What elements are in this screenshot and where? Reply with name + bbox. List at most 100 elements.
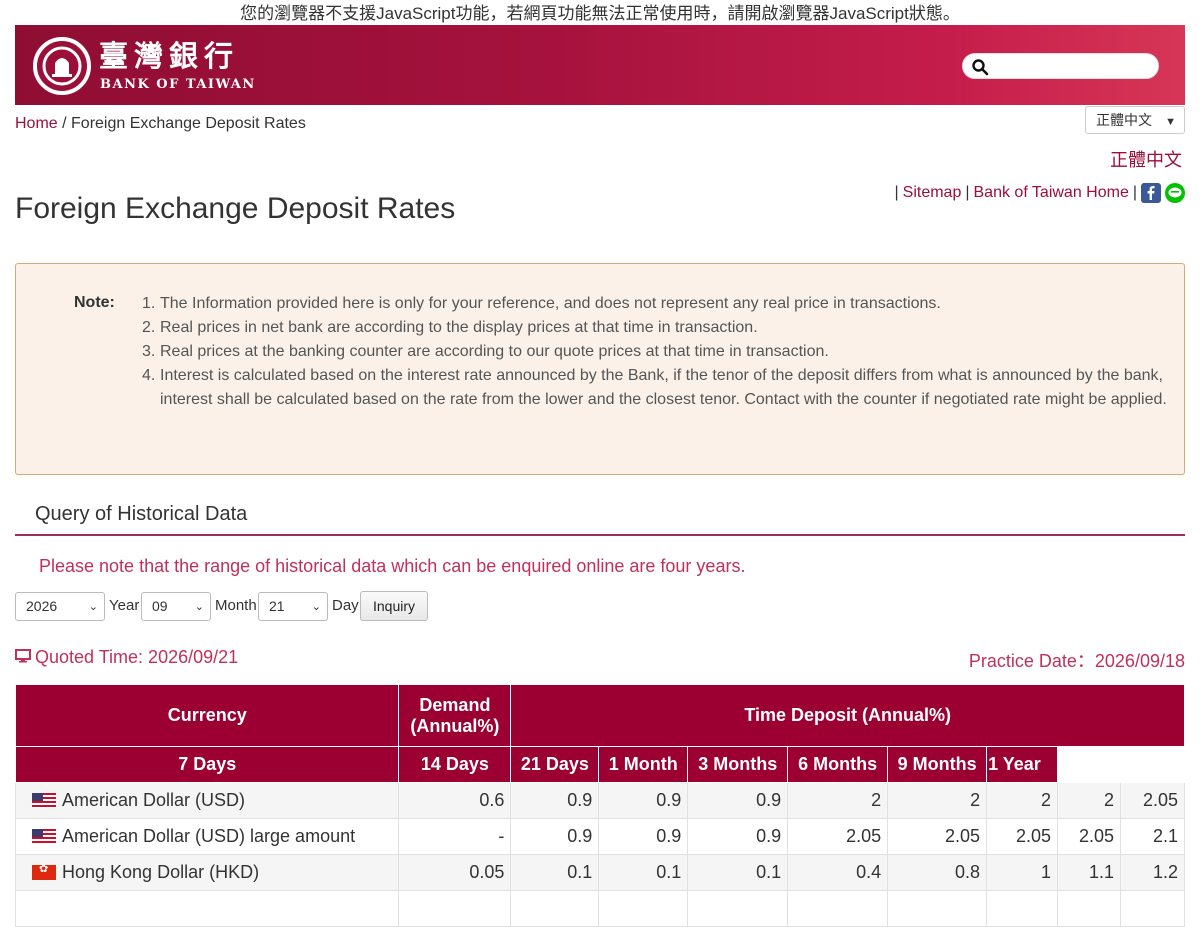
rate-cell: 2.05 bbox=[986, 818, 1059, 855]
breadcrumb-home-link[interactable]: Home bbox=[15, 115, 58, 132]
day-select-value: 21 bbox=[269, 598, 285, 614]
subheader-cell: 1 Month bbox=[598, 746, 689, 783]
month-label: Month bbox=[215, 597, 257, 614]
rate-cell: 0.4 bbox=[787, 854, 889, 891]
rate-cell: 0.05 bbox=[398, 854, 512, 891]
quoted-time-text: Quoted Time: 2026/09/21 bbox=[35, 647, 239, 667]
rate-cell: 1.1 bbox=[1057, 854, 1121, 891]
note-list: 1. The Information provided here is only … bbox=[142, 292, 1170, 412]
header-time-deposit: Time Deposit (Annual%) bbox=[510, 684, 1185, 747]
bank-logo[interactable]: 臺灣銀行 BANK OF TAIWAN bbox=[33, 37, 263, 97]
logo-emblem-icon bbox=[33, 37, 91, 95]
language-select[interactable]: 正體中文 ▼ bbox=[1085, 106, 1185, 134]
note-item: 3. Real prices at the banking counter are… bbox=[142, 343, 829, 360]
rate-cell bbox=[1120, 890, 1185, 927]
subheader-cell: 9 Months bbox=[887, 746, 988, 783]
currency-cell bbox=[14, 890, 400, 927]
rate-cell: 1.2 bbox=[1120, 854, 1185, 891]
rate-cell: 2 bbox=[1057, 782, 1121, 819]
practice-date: Practice Date：2026/09/18 bbox=[968, 651, 1185, 671]
site-header: 臺灣銀行 BANK OF TAIWAN bbox=[15, 25, 1185, 105]
header-currency: Currency bbox=[14, 684, 400, 747]
rate-cell: 2 bbox=[986, 782, 1059, 819]
us-flag-icon bbox=[32, 793, 56, 808]
breadcrumb-separator: / bbox=[57, 115, 72, 132]
search-icon[interactable] bbox=[971, 58, 989, 76]
subheader-cell: 1 Year bbox=[986, 746, 1059, 783]
subheader-cell: 21 Days bbox=[510, 746, 600, 783]
rate-cell: 0.9 bbox=[598, 818, 689, 855]
rate-cell: 0.8 bbox=[887, 854, 988, 891]
subheader-cell: 14 Days bbox=[398, 746, 512, 783]
rate-cell: 0.1 bbox=[598, 854, 689, 891]
rate-cell: 0.9 bbox=[687, 818, 789, 855]
rate-cell bbox=[598, 890, 689, 927]
rate-cell: 0.6 bbox=[398, 782, 512, 819]
rate-cell bbox=[1057, 890, 1121, 927]
note-item-text: Real prices at the banking counter are a… bbox=[160, 343, 829, 360]
line-icon[interactable] bbox=[1165, 183, 1185, 203]
bank-home-link[interactable]: Bank of Taiwan Home bbox=[974, 184, 1129, 202]
note-item: 1. The Information provided here is only … bbox=[142, 295, 941, 312]
rate-cell bbox=[398, 890, 512, 927]
chevron-down-icon: ⌄ bbox=[311, 601, 321, 613]
day-label: Day bbox=[332, 597, 359, 614]
logo-chinese-name: 臺灣銀行 bbox=[99, 39, 240, 73]
currency-cell: American Dollar (USD) large amount bbox=[14, 818, 400, 855]
language-link[interactable]: 正體中文 bbox=[1110, 146, 1182, 172]
table-row bbox=[14, 890, 1185, 927]
rate-cell: 0.1 bbox=[687, 854, 789, 891]
top-links: | Sitemap | Bank of Taiwan Home | bbox=[894, 183, 1185, 203]
rate-cell: 0.1 bbox=[510, 854, 600, 891]
page-title: Foreign Exchange Deposit Rates bbox=[15, 192, 456, 225]
history-range-note: Please note that the range of historical… bbox=[39, 556, 746, 576]
sitemap-link[interactable]: Sitemap bbox=[903, 184, 962, 202]
currency-name: American Dollar (USD) large amount bbox=[62, 826, 356, 846]
search-input[interactable] bbox=[993, 56, 1151, 76]
note-label: Note: bbox=[74, 294, 115, 311]
rate-cell: 2.05 bbox=[887, 818, 988, 855]
logo-english-name: BANK OF TAIWAN bbox=[100, 77, 256, 92]
table-header-row: Currency Demand (Annual%) Time Deposit (… bbox=[14, 684, 1185, 747]
top-links-separator: | bbox=[894, 184, 899, 201]
chevron-down-icon: ⌄ bbox=[194, 601, 204, 613]
day-select[interactable]: 21 ⌄ bbox=[258, 592, 328, 621]
rate-cell: 0.9 bbox=[510, 782, 600, 819]
history-heading: Query of Historical Data bbox=[15, 503, 1185, 536]
note-item-text: Interest is calculated based on the inte… bbox=[160, 367, 1167, 408]
rate-cell: 2.05 bbox=[1120, 782, 1185, 819]
header-demand: Demand (Annual%) bbox=[398, 684, 512, 747]
rate-cell bbox=[687, 890, 789, 927]
rate-cell: 2 bbox=[887, 782, 988, 819]
year-select[interactable]: 2026 ⌄ bbox=[15, 592, 105, 621]
currency-cell: Hong Kong Dollar (HKD) bbox=[14, 854, 400, 891]
subheader-cell: 7 Days bbox=[14, 746, 400, 783]
table-row: American Dollar (USD) large amount - 0.9… bbox=[14, 818, 1185, 855]
inquiry-button[interactable]: Inquiry bbox=[360, 591, 428, 621]
table-subheader-row: 7 Days 14 Days 21 Days 1 Month 3 Months … bbox=[14, 746, 1185, 783]
rate-cell: 2 bbox=[787, 782, 889, 819]
year-label: Year bbox=[109, 597, 140, 614]
currency-name: American Dollar (USD) bbox=[62, 790, 246, 810]
note-item: 2. Real prices in net bank are according … bbox=[142, 319, 758, 336]
rate-cell bbox=[887, 890, 988, 927]
rate-cell: 0.9 bbox=[510, 818, 600, 855]
month-select-value: 09 bbox=[152, 598, 168, 614]
facebook-icon[interactable] bbox=[1141, 183, 1161, 203]
rate-cell: 2.05 bbox=[1057, 818, 1121, 855]
language-select-value: 正體中文 bbox=[1096, 112, 1152, 128]
search-box bbox=[962, 53, 1159, 79]
month-select[interactable]: 09 ⌄ bbox=[141, 592, 211, 621]
subheader-empty bbox=[1057, 746, 1185, 783]
chevron-down-icon: ⌄ bbox=[88, 601, 98, 613]
note-item-text: Real prices in net bank are according to… bbox=[160, 319, 758, 336]
rate-cell bbox=[510, 890, 600, 927]
note-item: 4. Interest is calculated based on the in… bbox=[142, 367, 1167, 408]
subheader-cell: 6 Months bbox=[787, 746, 889, 783]
table-row: American Dollar (USD) 0.6 0.9 0.9 0.9 2 … bbox=[14, 782, 1185, 819]
rate-cell: 1 bbox=[986, 854, 1059, 891]
subheader-cell: 3 Months bbox=[687, 746, 789, 783]
rates-table: Currency Demand (Annual%) Time Deposit (… bbox=[14, 684, 1185, 927]
us-flag-icon bbox=[32, 829, 56, 844]
top-links-separator: | bbox=[1132, 184, 1137, 201]
